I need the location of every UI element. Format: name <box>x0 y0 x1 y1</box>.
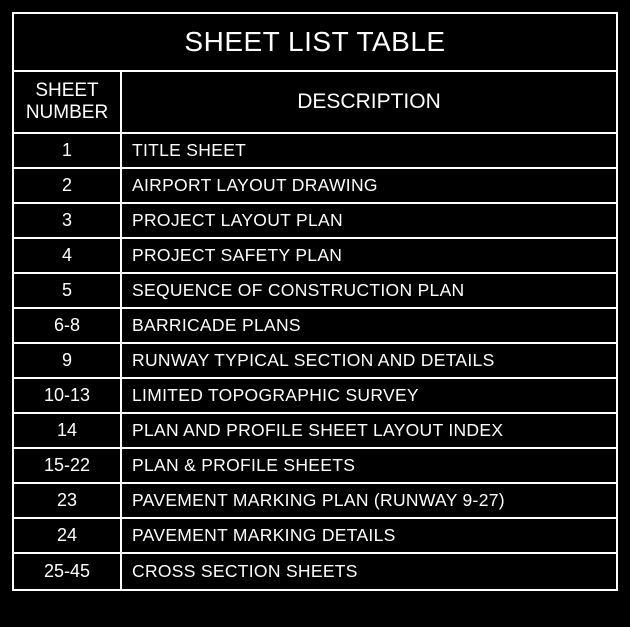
cell-description: PAVEMENT MARKING PLAN (RUNWAY 9-27) <box>122 484 616 517</box>
table-row: 24 PAVEMENT MARKING DETAILS <box>14 519 616 554</box>
table-title: SHEET LIST TABLE <box>14 14 616 72</box>
cell-description: RUNWAY TYPICAL SECTION AND DETAILS <box>122 344 616 377</box>
cell-number: 25-45 <box>14 554 122 589</box>
table-row: 4 PROJECT SAFETY PLAN <box>14 239 616 274</box>
table-row: 2 AIRPORT LAYOUT DRAWING <box>14 169 616 204</box>
cell-description: SEQUENCE OF CONSTRUCTION PLAN <box>122 274 616 307</box>
cell-description: PAVEMENT MARKING DETAILS <box>122 519 616 552</box>
cell-number: 14 <box>14 414 122 447</box>
cell-number: 9 <box>14 344 122 377</box>
cell-number: 4 <box>14 239 122 272</box>
table-row: 15-22 PLAN & PROFILE SHEETS <box>14 449 616 484</box>
cell-description: PLAN AND PROFILE SHEET LAYOUT INDEX <box>122 414 616 447</box>
cell-number: 5 <box>14 274 122 307</box>
cell-number: 1 <box>14 134 122 167</box>
cell-description: AIRPORT LAYOUT DRAWING <box>122 169 616 202</box>
cell-number: 6-8 <box>14 309 122 342</box>
table-row: 9 RUNWAY TYPICAL SECTION AND DETAILS <box>14 344 616 379</box>
table-row: 10-13 LIMITED TOPOGRAPHIC SURVEY <box>14 379 616 414</box>
cell-number: 3 <box>14 204 122 237</box>
cell-description: TITLE SHEET <box>122 134 616 167</box>
cell-description: PROJECT LAYOUT PLAN <box>122 204 616 237</box>
header-sheet-number-line2: NUMBER <box>26 102 108 123</box>
table-row: 1 TITLE SHEET <box>14 134 616 169</box>
cell-number: 2 <box>14 169 122 202</box>
table-row: 3 PROJECT LAYOUT PLAN <box>14 204 616 239</box>
cell-number: 23 <box>14 484 122 517</box>
table-row: 6-8 BARRICADE PLANS <box>14 309 616 344</box>
cell-description: PLAN & PROFILE SHEETS <box>122 449 616 482</box>
table-row: 25-45 CROSS SECTION SHEETS <box>14 554 616 589</box>
sheet-list-table: SHEET LIST TABLE SHEET NUMBER DESCRIPTIO… <box>12 12 618 591</box>
header-sheet-number: SHEET NUMBER <box>14 72 122 132</box>
cell-description: PROJECT SAFETY PLAN <box>122 239 616 272</box>
cell-number: 15-22 <box>14 449 122 482</box>
table-row: 14 PLAN AND PROFILE SHEET LAYOUT INDEX <box>14 414 616 449</box>
cell-description: BARRICADE PLANS <box>122 309 616 342</box>
header-description: DESCRIPTION <box>122 72 616 132</box>
cell-number: 24 <box>14 519 122 552</box>
table-header: SHEET NUMBER DESCRIPTION <box>14 72 616 134</box>
cell-description: LIMITED TOPOGRAPHIC SURVEY <box>122 379 616 412</box>
cell-number: 10-13 <box>14 379 122 412</box>
table-row: 5 SEQUENCE OF CONSTRUCTION PLAN <box>14 274 616 309</box>
header-sheet-number-line1: SHEET <box>35 80 98 101</box>
cell-description: CROSS SECTION SHEETS <box>122 554 616 589</box>
table-row: 23 PAVEMENT MARKING PLAN (RUNWAY 9-27) <box>14 484 616 519</box>
